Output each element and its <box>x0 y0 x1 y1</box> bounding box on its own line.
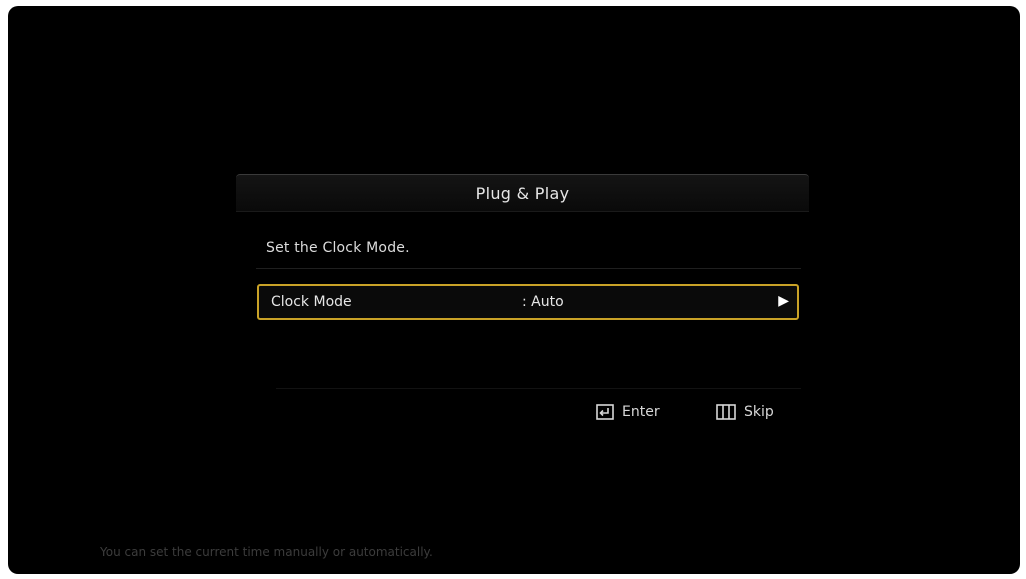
enter-label: Enter <box>622 404 660 420</box>
plug-and-play-dialog: Plug & Play Set the Clock Mode. Clock Mo… <box>236 168 809 438</box>
divider <box>276 388 801 389</box>
clock-mode-value: : Auto <box>522 294 564 310</box>
menu-icon <box>716 404 736 420</box>
clock-mode-option[interactable]: Clock Mode : Auto ▶ <box>257 284 799 320</box>
clock-mode-prompt: Set the Clock Mode. <box>266 240 410 256</box>
tv-screen: Plug & Play Set the Clock Mode. Clock Mo… <box>8 6 1020 574</box>
enter-icon <box>596 404 614 420</box>
skip-label: Skip <box>744 404 774 420</box>
right-triangle-icon[interactable]: ▶ <box>778 293 789 309</box>
help-text: You can set the current time manually or… <box>100 545 433 559</box>
dialog-title: Plug & Play <box>475 184 570 203</box>
clock-mode-label: Clock Mode <box>271 294 352 310</box>
divider <box>256 268 801 269</box>
dialog-title-bar: Plug & Play <box>236 174 809 211</box>
skip-hint[interactable]: Skip <box>716 404 774 420</box>
enter-hint[interactable]: Enter <box>596 404 660 420</box>
